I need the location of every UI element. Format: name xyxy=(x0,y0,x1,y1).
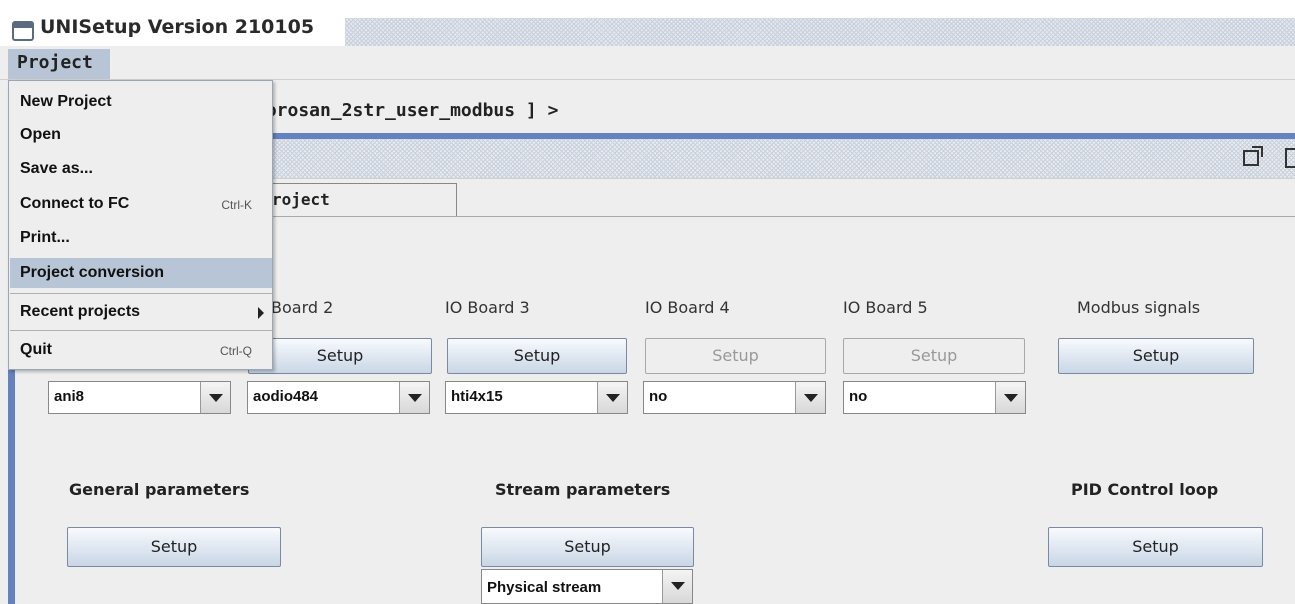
menu-item-label: Connect to FC xyxy=(20,195,130,212)
project-menu: New Project Open Save as... Connect to F… xyxy=(8,80,273,370)
io-board-5-setup-button[interactable]: Setup xyxy=(843,338,1025,374)
menu-item-label: Quit xyxy=(20,341,52,358)
menu-item-label: Print... xyxy=(20,229,70,246)
chevron-down-icon[interactable] xyxy=(995,382,1025,413)
menu-item-project-conversion[interactable]: Project conversion xyxy=(10,258,272,288)
io-board-2-label: Board 2 xyxy=(271,298,334,317)
menu-item-open[interactable]: Open xyxy=(10,120,272,150)
io-board-1-select[interactable]: ani8 xyxy=(48,381,231,414)
io-board-3-value: hti4x15 xyxy=(451,388,503,405)
menu-item-recent-projects[interactable]: Recent projects xyxy=(10,297,272,327)
modbus-signals-label: Modbus signals xyxy=(1077,298,1201,317)
chevron-down-icon[interactable] xyxy=(597,382,627,413)
window-title: UNISetup Version 210105 xyxy=(40,16,315,38)
io-board-2-setup-button[interactable]: Setup xyxy=(248,338,432,374)
menu-item-shortcut: Ctrl-Q xyxy=(220,344,252,358)
submenu-arrow-icon xyxy=(258,307,264,319)
menu-item-new-project[interactable]: New Project xyxy=(10,87,272,117)
modbus-setup-button[interactable]: Setup xyxy=(1058,338,1254,374)
menu-project[interactable]: Project xyxy=(8,49,110,79)
stream-type-value: Physical stream xyxy=(487,579,602,596)
pid-setup-button[interactable]: Setup xyxy=(1048,527,1263,567)
io-board-4-label: IO Board 4 xyxy=(645,298,730,317)
io-board-3-select[interactable]: hti4x15 xyxy=(445,381,628,414)
io-board-4-setup-button[interactable]: Setup xyxy=(645,338,826,374)
io-board-2-select[interactable]: aodio484 xyxy=(247,381,430,414)
maximize-icon[interactable] xyxy=(1243,146,1263,166)
project-path: horosan_2str_user_modbus ] > xyxy=(255,100,559,121)
chevron-down-icon[interactable] xyxy=(795,382,825,413)
stream-parameters-setup-button[interactable]: Setup xyxy=(481,527,694,567)
menu-item-connect-to-fc[interactable]: Connect to FC Ctrl-K xyxy=(10,189,272,219)
io-board-5-select[interactable]: no xyxy=(843,381,1026,414)
io-board-3-label: IO Board 3 xyxy=(445,298,530,317)
menu-item-shortcut: Ctrl-K xyxy=(221,198,252,212)
menu-item-print[interactable]: Print... xyxy=(10,223,272,253)
stream-type-select[interactable]: Physical stream xyxy=(481,569,693,604)
menu-item-label: Open xyxy=(20,126,61,143)
general-parameters-label: General parameters xyxy=(69,480,250,499)
menu-item-quit[interactable]: Quit Ctrl-Q xyxy=(10,335,272,365)
titlebar-pattern xyxy=(345,18,1295,46)
menu-item-label: Save as... xyxy=(20,160,93,177)
io-board-5-value: no xyxy=(849,388,868,405)
menubar xyxy=(0,46,1295,80)
io-board-2-value: aodio484 xyxy=(253,388,319,405)
io-board-3-setup-button[interactable]: Setup xyxy=(447,338,627,374)
io-board-1-value: ani8 xyxy=(54,388,85,405)
menu-item-label: New Project xyxy=(20,93,112,110)
app-window-icon xyxy=(12,21,34,41)
frame-button-icon[interactable] xyxy=(1285,148,1295,168)
io-board-4-value: no xyxy=(649,388,668,405)
menu-item-label: Recent projects xyxy=(20,303,141,320)
tab-project[interactable]: roject xyxy=(255,183,457,217)
io-board-4-select[interactable]: no xyxy=(643,381,826,414)
menu-item-save-as[interactable]: Save as... xyxy=(10,154,272,184)
menu-item-label: Project conversion xyxy=(20,264,165,281)
stream-parameters-label: Stream parameters xyxy=(495,480,671,499)
menu-separator xyxy=(10,330,272,331)
chevron-down-icon[interactable] xyxy=(200,382,230,413)
chevron-down-icon[interactable] xyxy=(662,570,692,603)
pid-control-loop-label: PID Control loop xyxy=(1071,480,1219,499)
chevron-down-icon[interactable] xyxy=(399,382,429,413)
menu-separator xyxy=(10,293,272,294)
io-board-5-label: IO Board 5 xyxy=(843,298,928,317)
general-parameters-setup-button[interactable]: Setup xyxy=(67,527,281,567)
